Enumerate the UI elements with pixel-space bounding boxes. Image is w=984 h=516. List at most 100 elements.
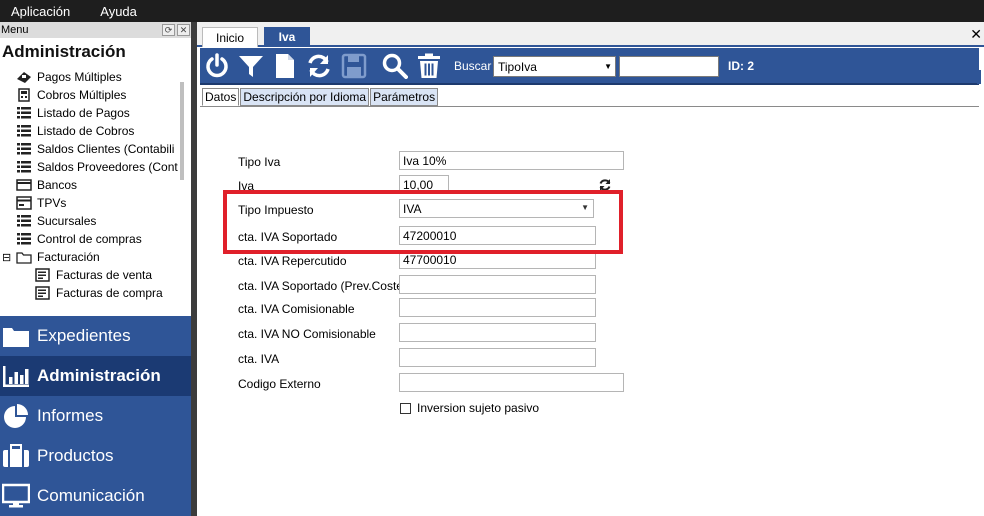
search-label: Buscar <box>454 59 492 73</box>
nav-label: Productos <box>37 446 114 465</box>
refresh-icon[interactable] <box>306 53 332 79</box>
tree-item-listado-pagos[interactable]: Listado de Pagos <box>16 104 130 122</box>
label-cta-iva-comisionable: cta. IVA Comisionable <box>238 302 355 316</box>
cta-iva-soportado-input[interactable]: 47200010 <box>399 226 596 245</box>
subtab-datos[interactable]: Datos <box>202 88 240 106</box>
label-tipo-iva: Tipo Iva <box>238 155 281 169</box>
nav-comunicacion[interactable]: Comunicación <box>0 476 191 516</box>
folder-icon <box>16 252 32 264</box>
left-panel: Menu ⟳ ✕ Administración Pagos Múltiples … <box>0 22 191 516</box>
save-icon[interactable] <box>341 53 367 79</box>
tree-item-listado-cobros[interactable]: Listado de Cobros <box>16 122 134 140</box>
tree-item-sucursales[interactable]: Sucursales <box>16 212 96 230</box>
power-icon[interactable] <box>204 53 230 79</box>
dropdown-arrow-icon: ▼ <box>581 203 589 212</box>
nav-label: Administración <box>37 366 161 385</box>
tree-item-pagos-multiples[interactable]: Pagos Múltiples <box>16 68 122 86</box>
subtab-parametros[interactable]: Parámetros <box>370 88 439 106</box>
tree-item-label: Facturas de compra <box>56 286 163 300</box>
refresh-icon[interactable] <box>598 178 612 192</box>
tree-item-facturas-venta[interactable]: Facturas de venta <box>35 266 152 284</box>
tree-item-label: Saldos Proveedores (Cont <box>37 160 178 174</box>
search-type-value: TipoIva <box>498 59 537 74</box>
dropdown-arrow-icon: ▼ <box>604 62 612 71</box>
tree-item-label: Control de compras <box>37 232 142 246</box>
cta-iva-no-comisionable-input[interactable] <box>399 323 596 342</box>
search-icon[interactable] <box>382 53 408 79</box>
tree-item-saldos-proveedores[interactable]: Saldos Proveedores (Cont <box>16 158 178 176</box>
nav-label: Expedientes <box>37 326 131 345</box>
close-tab-icon[interactable]: ✕ <box>970 26 982 43</box>
list-icon <box>17 215 31 227</box>
iva-input[interactable]: 10,00 <box>399 175 449 194</box>
tree-item-label: Facturación <box>37 250 100 264</box>
left-panel-title: Administración <box>2 42 126 61</box>
tipo-impuesto-select[interactable]: IVA ▼ <box>399 199 594 218</box>
folder-icon <box>3 328 29 347</box>
iva-form: Tipo Iva Iva 10% Iva 10,00 Tipo Impuesto… <box>197 107 984 516</box>
filter-icon[interactable] <box>238 53 264 79</box>
tree-item-label: Saldos Clientes (Contabili <box>37 142 175 156</box>
tree-item-label: Bancos <box>37 178 78 192</box>
nav-expedientes[interactable]: Expedientes <box>0 316 191 356</box>
list-icon <box>17 161 31 173</box>
menu-tree: Pagos Múltiples Cobros Múltiples Listado… <box>0 68 180 300</box>
list-icon <box>17 125 31 137</box>
tree-item-control-compras[interactable]: Control de compras <box>16 230 142 248</box>
tree-item-label: Cobros Múltiples <box>37 88 127 102</box>
tab-iva[interactable]: Iva <box>264 27 310 47</box>
left-panel-header: Menu ⟳ ✕ <box>0 22 191 38</box>
cta-iva-soportado-prev-coste-input[interactable] <box>399 275 596 294</box>
tree-item-facturas-compra[interactable]: Facturas de compra <box>35 284 163 300</box>
tree-item-facturacion[interactable]: ⊟ Facturación <box>2 248 100 266</box>
toolbar-edge <box>977 70 981 84</box>
list-icon <box>17 233 31 245</box>
tree-item-tpvs[interactable]: TPVs <box>16 194 66 212</box>
search-type-select[interactable]: TipoIva ▼ <box>493 56 616 77</box>
tree-item-cobros-multiples[interactable]: Cobros Múltiples <box>16 86 126 104</box>
invoice-icon <box>35 268 50 282</box>
menu-ayuda[interactable]: Ayuda <box>89 4 148 19</box>
monitor-icon <box>2 483 30 508</box>
sub-tabs: Datos Descripción por Idioma Parámetros <box>202 88 439 106</box>
collapse-icon[interactable]: ⊟ <box>2 251 14 264</box>
new-document-icon[interactable] <box>272 53 298 79</box>
briefcase-icon <box>3 444 29 467</box>
label-cta-iva: cta. IVA <box>238 352 280 366</box>
cta-iva-input[interactable] <box>399 348 596 367</box>
list-icon <box>17 107 31 119</box>
tree-item-label: Pagos Múltiples <box>37 70 122 84</box>
cta-iva-repercutido-input[interactable]: 47700010 <box>399 250 596 269</box>
tab-strip: Inicio Iva ✕ <box>197 22 984 47</box>
toolbar: Buscar TipoIva ▼ ID: 2 <box>200 48 979 85</box>
inversion-sujeto-pasivo-label: Inversion sujeto pasivo <box>417 401 540 415</box>
nav-productos[interactable]: Productos <box>0 436 191 476</box>
menu-aplicacion[interactable]: Aplicación <box>0 4 81 19</box>
tree-item-bancos[interactable]: Bancos <box>16 176 77 194</box>
delete-icon[interactable] <box>416 53 442 79</box>
nav-label: Informes <box>37 406 104 425</box>
codigo-externo-input[interactable] <box>399 373 624 392</box>
subtab-descripcion-idioma[interactable]: Descripción por Idioma <box>240 88 370 106</box>
nav-informes[interactable]: Informes <box>0 396 191 436</box>
tree-item-label: Sucursales <box>37 214 97 228</box>
tipo-impuesto-value: IVA <box>403 201 422 216</box>
inversion-sujeto-pasivo-checkbox[interactable] <box>400 403 411 414</box>
cta-iva-comisionable-input[interactable] <box>399 298 596 317</box>
tree-item-label: Listado de Pagos <box>37 106 130 120</box>
bar-chart-icon <box>3 366 29 387</box>
tipo-iva-input[interactable]: Iva 10% <box>399 151 624 170</box>
invoice-icon <box>35 286 50 300</box>
label-cta-iva-soportado-prev-coste: cta. IVA Soportado (Prev.Coste) <box>238 279 407 293</box>
label-iva: Iva <box>238 179 255 193</box>
nav-administracion[interactable]: Administración <box>0 356 191 396</box>
collections-icon <box>18 88 30 102</box>
left-panel-header-label: Menu <box>1 24 29 36</box>
tree-item-saldos-clientes[interactable]: Saldos Clientes (Contabili <box>16 140 174 158</box>
label-cta-iva-soportado: cta. IVA Soportado <box>238 230 338 244</box>
tree-scrollbar[interactable] <box>180 82 184 180</box>
tab-inicio[interactable]: Inicio <box>202 27 258 47</box>
search-input[interactable] <box>619 56 719 77</box>
close-panel-icon[interactable]: ✕ <box>177 24 190 36</box>
pin-icon[interactable]: ⟳ <box>162 24 175 36</box>
